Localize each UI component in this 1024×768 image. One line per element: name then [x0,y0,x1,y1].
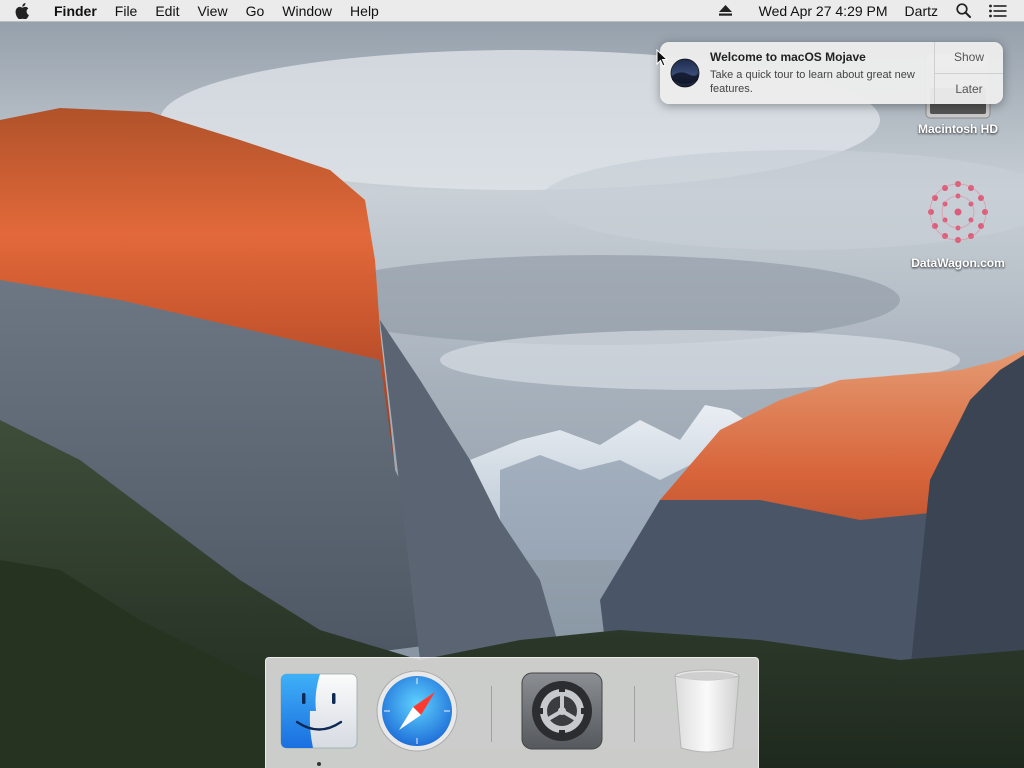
apple-icon[interactable] [0,0,44,22]
system-preferences-icon [521,672,603,750]
notification-center-icon[interactable] [980,0,1016,22]
menu-clock[interactable]: Wed Apr 27 4:29 PM [741,0,897,22]
spotlight-icon[interactable] [947,0,980,22]
menu-app-name[interactable]: Finder [44,0,106,22]
menu-view[interactable]: View [188,0,236,22]
desktop-wallpaper [0,0,1024,768]
notification-body: Take a quick tour to learn about great n… [710,69,915,95]
menu-file[interactable]: File [106,0,147,22]
notification-later-button[interactable]: Later [935,72,1003,105]
menu-bar: Finder File Edit View Go Window Help Wed… [0,0,1024,22]
dock-separator [634,686,635,742]
dock-item-safari[interactable] [376,670,458,752]
running-indicator [317,762,321,766]
menu-go[interactable]: Go [237,0,274,22]
dock [265,657,759,768]
dock-item-finder[interactable] [278,670,360,752]
safari-icon [376,670,458,752]
trash-icon [674,669,740,753]
eject-icon[interactable] [710,0,741,22]
notification-show-button[interactable]: Show [935,42,1003,73]
datawagon-icon [898,170,1018,256]
notification-title: Welcome to macOS Mojave [710,50,866,64]
dock-item-system-preferences[interactable] [521,670,603,752]
desktop-icon-datawagon[interactable]: DataWagon.com [898,170,1018,270]
mouse-cursor-icon [656,48,669,72]
desktop-icon-label: Macintosh HD [917,122,998,136]
menu-help[interactable]: Help [341,0,388,22]
dock-separator [491,686,492,742]
menu-user[interactable]: Dartz [897,0,947,22]
menu-edit[interactable]: Edit [146,0,188,22]
desktop-icon-label: DataWagon.com [911,256,1005,270]
menu-window[interactable]: Window [273,0,341,22]
finder-icon [280,673,358,749]
dock-item-trash[interactable] [666,669,748,753]
notification-banner[interactable]: Welcome to macOS Mojave Take a quick tou… [660,42,1003,104]
